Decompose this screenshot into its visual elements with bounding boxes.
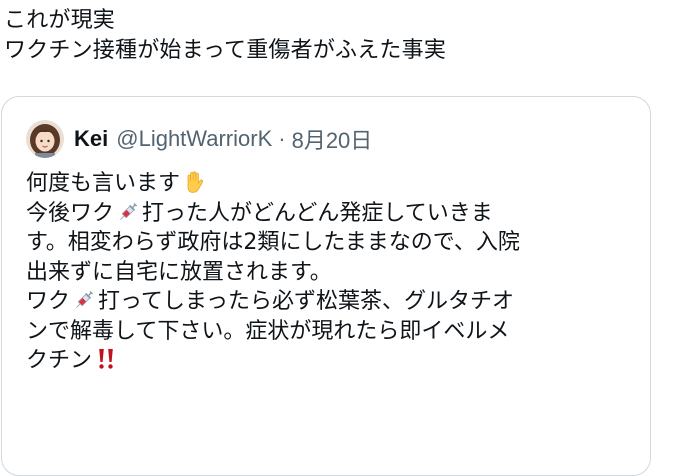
tweet-line-1: これが現実 [4, 8, 116, 33]
quote-line-4: 出来ずに自宅に放置されます。 [26, 259, 332, 285]
quote-line-7-text: クチン [26, 348, 93, 373]
syringe-icon [120, 202, 138, 220]
quote-line-3: す。相変わらず政府は2類にしたままなので、入院 [26, 230, 520, 255]
quote-line-5a-text: ワク [26, 289, 71, 314]
quote-line-7: クチン [26, 346, 636, 376]
quote-line-2b-text: 打った人がどんどん発症していきま [142, 200, 493, 226]
avatar[interactable] [26, 120, 64, 158]
quote-line-1: 何度も言います [26, 169, 636, 199]
quoted-tweet-card[interactable]: Kei @LightWarriorK · 8月20日 何度も言います 今後ワク … [1, 96, 651, 476]
quote-line-5b-text: 打ってしまったら必ず松葉茶、グルタチオ [98, 289, 515, 314]
tweet-line-2: ワクチン接種が始まって重傷者がふえた事実 [4, 38, 447, 63]
double-exclamation-icon [99, 349, 113, 369]
quote-header: Kei @LightWarriorK · 8月20日 [26, 119, 372, 159]
quote-line-2: 今後ワク 打った人がどんどん発症していきま [26, 199, 636, 229]
quote-line-5: ワク 打ってしまったら必ず松葉茶、グルタチオ [26, 287, 636, 317]
raised-hand-icon [187, 171, 204, 193]
author-handle[interactable]: @LightWarriorK [116, 126, 272, 152]
quote-body: 何度も言います 今後ワク 打った人がどんどん発症していきま す。相変わらず政府は… [26, 169, 636, 376]
syringe-icon [76, 290, 94, 308]
post-date[interactable]: 8月20日 [292, 123, 373, 155]
quote-line-1-text: 何度も言います [26, 171, 181, 196]
avatar-image [26, 120, 64, 158]
meta-separator: · [278, 126, 286, 151]
author-name[interactable]: Kei [74, 126, 108, 152]
quote-line-6: ンで解毒して下さい。症状が現れたら即イベルメ [26, 318, 510, 344]
tweet-text: これが現実 ワクチン接種が始まって重傷者がふえた事実 [4, 6, 674, 66]
quote-line-2a-text: 今後ワク [26, 200, 115, 226]
